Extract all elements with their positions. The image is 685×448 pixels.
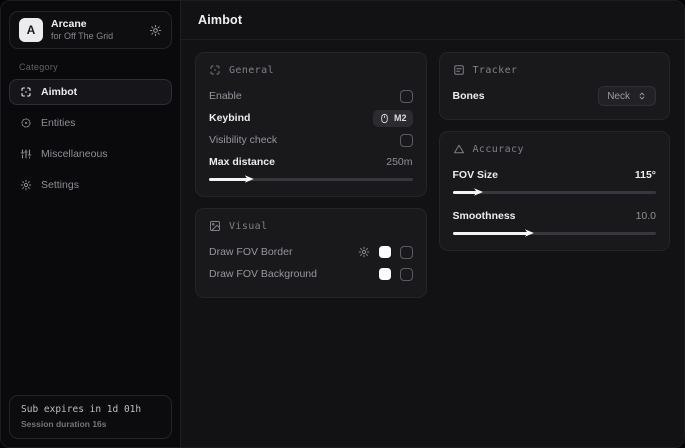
bones-row: Bones Neck — [453, 85, 657, 107]
visibility-check-row: Visibility check — [209, 129, 413, 151]
smoothness-row: Smoothness 10.0 — [453, 205, 657, 227]
draw-fov-background-row: Draw FOV Background — [209, 263, 413, 285]
general-card: General Enable Keybind — [195, 52, 427, 197]
smoothness-value: 10.0 — [636, 210, 656, 222]
subscription-status-box: Sub expires in 1d 01h Session duration 1… — [9, 395, 172, 439]
target-icon — [20, 117, 32, 129]
visual-card: Visual Draw FOV Border — [195, 208, 427, 298]
slider-thumb[interactable] — [245, 175, 254, 184]
content-area: General Enable Keybind — [181, 40, 684, 310]
sub-expires-text: Sub expires in 1d 01h — [21, 404, 160, 415]
mouse-icon — [379, 113, 390, 124]
sidebar-item-label: Miscellaneous — [41, 148, 108, 160]
card-title-tracker: Tracker — [473, 65, 518, 76]
sidebar-item-label: Entities — [41, 117, 75, 129]
draw-fov-background-label: Draw FOV Background — [209, 268, 317, 280]
enable-row: Enable — [209, 85, 413, 107]
sidebar-item-miscellaneous[interactable]: Miscellaneous — [9, 141, 172, 167]
slider-thumb[interactable] — [525, 229, 534, 238]
keybind-row: Keybind M2 — [209, 107, 413, 129]
app-name: Arcane — [51, 18, 141, 31]
slider-thumb[interactable] — [474, 188, 483, 197]
smoothness-slider[interactable] — [453, 229, 657, 238]
bones-select[interactable]: Neck — [598, 86, 656, 106]
enable-checkbox[interactable] — [400, 90, 413, 103]
bones-value: Neck — [607, 91, 630, 102]
card-title-general: General — [229, 65, 274, 76]
max-distance-label: Max distance — [209, 156, 275, 168]
image-icon — [209, 220, 221, 232]
gear-icon — [20, 179, 32, 191]
tracker-card: Tracker Bones Neck — [439, 52, 671, 120]
max-distance-row: Max distance 250m — [209, 151, 413, 173]
crosshair-icon — [20, 86, 32, 98]
page-title: Aimbot — [198, 13, 242, 27]
smoothness-label: Smoothness — [453, 210, 516, 222]
fov-border-color-swatch[interactable] — [379, 246, 391, 258]
fov-size-slider[interactable] — [453, 188, 657, 197]
fov-size-label: FOV Size — [453, 169, 499, 181]
app-logo: A — [19, 18, 43, 42]
sliders-icon — [20, 148, 32, 160]
draw-fov-border-row: Draw FOV Border — [209, 241, 413, 263]
triangle-icon — [453, 143, 465, 155]
gear-icon[interactable] — [358, 246, 370, 258]
sidebar-item-entities[interactable]: Entities — [9, 110, 172, 136]
fov-size-row: FOV Size 115° — [453, 164, 657, 186]
gear-icon[interactable] — [149, 24, 162, 37]
bones-label: Bones — [453, 90, 485, 102]
app-subtitle: for Off The Grid — [51, 31, 141, 42]
app-window: A Arcane for Off The Grid Category — [0, 0, 685, 448]
main-header: Aimbot — [181, 1, 684, 40]
draw-fov-border-checkbox[interactable] — [400, 246, 413, 259]
accuracy-card: Accuracy FOV Size 115° Smoothness 10.0 — [439, 131, 671, 251]
fov-background-color-swatch[interactable] — [379, 268, 391, 280]
sidebar: A Arcane for Off The Grid Category — [1, 1, 181, 447]
crosshair-icon — [209, 64, 221, 76]
draw-fov-border-label: Draw FOV Border — [209, 246, 292, 258]
session-duration-text: Session duration 16s — [21, 419, 160, 429]
visibility-check-label: Visibility check — [209, 134, 277, 146]
sidebar-item-aimbot[interactable]: Aimbot — [9, 79, 172, 105]
sidebar-item-settings[interactable]: Settings — [9, 172, 172, 198]
sidebar-nav: Aimbot Entities Miscella — [9, 79, 172, 198]
tracker-icon — [453, 64, 465, 76]
enable-label: Enable — [209, 90, 242, 102]
max-distance-slider[interactable] — [209, 175, 413, 184]
keybind-button[interactable]: M2 — [373, 110, 413, 127]
main-panel: Aimbot General — [181, 1, 684, 447]
card-title-visual: Visual — [229, 221, 268, 232]
draw-fov-background-checkbox[interactable] — [400, 268, 413, 281]
chevron-up-down-icon — [637, 91, 647, 101]
keybind-label: Keybind — [209, 112, 250, 124]
card-title-accuracy: Accuracy — [473, 144, 524, 155]
keybind-value: M2 — [394, 113, 407, 123]
category-label: Category — [19, 62, 162, 72]
sidebar-item-label: Settings — [41, 179, 79, 191]
app-logo-card: A Arcane for Off The Grid — [9, 11, 172, 49]
max-distance-value: 250m — [386, 156, 412, 168]
sidebar-item-label: Aimbot — [41, 86, 77, 98]
visibility-checkbox[interactable] — [400, 134, 413, 147]
fov-size-value: 115° — [635, 169, 656, 181]
